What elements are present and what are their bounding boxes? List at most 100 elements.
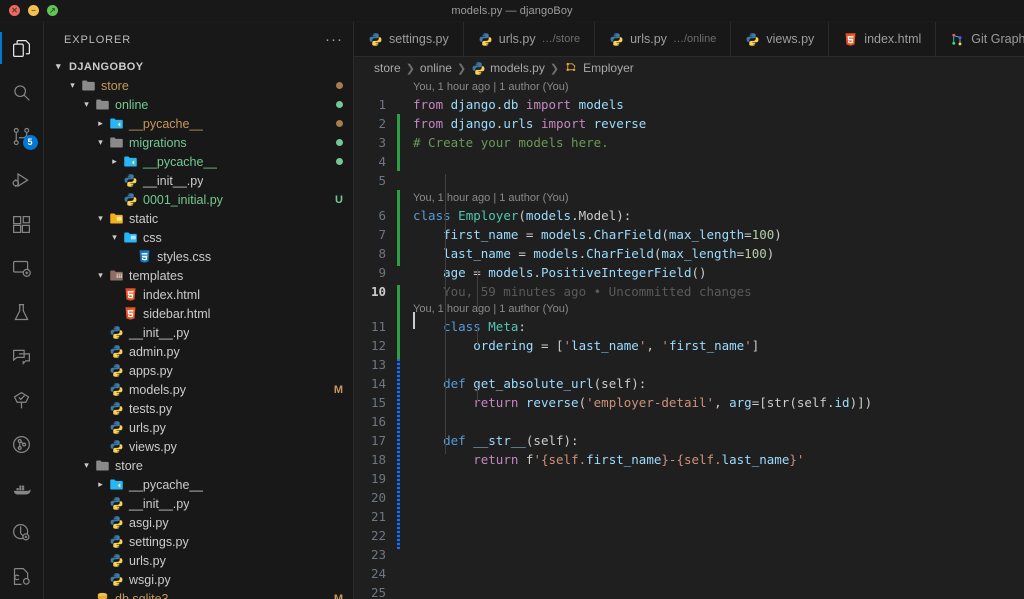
tree-folder-css[interactable]: ▾ css [44,228,353,247]
tree-file-asgi-py[interactable]: asgi.py [44,513,353,532]
code-line[interactable]: ordering = ['last_name', 'first_name'] [413,336,1024,355]
tree-folder-online[interactable]: ▾ online [44,95,353,114]
editor-tab-index-html[interactable]: index.html [829,22,937,56]
code-line[interactable]: from django.urls import reverse [413,114,1024,133]
explorer-more-actions-button[interactable]: ··· [325,32,343,47]
activity-item-git-graph[interactable] [0,423,44,467]
activity-item-explorer[interactable] [0,26,44,70]
tree-folder-templates[interactable]: ▾ templates [44,266,353,285]
code-line-empty[interactable] [413,545,1024,564]
chevron-down-icon[interactable]: ▾ [108,233,121,242]
tree-file--init-py[interactable]: __init__.py [44,494,353,513]
tree-folder--pycache-[interactable]: ▸ __pycache__ [44,475,353,494]
code-line-empty[interactable] [413,355,1024,374]
editor-tab-bar[interactable]: settings.py urls.py …/store urls.py …/online… [354,22,1024,57]
code-line[interactable]: from django.db import models [413,95,1024,114]
code-line[interactable]: def __str__(self): [413,431,1024,450]
code-line[interactable]: return f'{self.first_name}-{self.last_na… [413,450,1024,469]
tree-file-db-sqlite3[interactable]: db.sqlite3 M [44,589,353,599]
breadcrumb[interactable]: store ❯ online ❯ models.py ❯ Employer [354,57,1024,79]
git-decoration-dot [336,120,343,127]
git-change-bar[interactable] [396,79,405,599]
activity-item-todo-tree[interactable] [0,379,44,423]
git-decoration-dot [336,139,343,146]
inline-blame-hint[interactable]: You, 59 minutes ago • Uncommitted change… [413,282,1024,301]
code-line-empty[interactable] [413,488,1024,507]
code-line-empty[interactable] [413,564,1024,583]
editor-tab-settings-py[interactable]: settings.py [354,22,464,56]
activity-item-cpp-config[interactable] [0,555,44,599]
activity-item-extensions[interactable] [0,202,44,246]
code-line[interactable]: class Meta: [413,317,1024,336]
tree-file-models-py[interactable]: models.py M [44,380,353,399]
chevron-down-icon[interactable]: ▾ [80,461,93,470]
chevron-down-icon[interactable]: ▾ [94,214,107,223]
tree-file-urls-py[interactable]: urls.py [44,418,353,437]
tree-folder-store[interactable]: ▾ store [44,76,353,95]
editor-tab-urls-py[interactable]: urls.py …/store [463,22,596,56]
code-line-empty[interactable] [413,171,1024,190]
code-editor[interactable]: 12345 6 7 8 9 10 11 12 13 14 15 16 17 18 19 20 21 22 23 2… [354,79,1024,599]
breadcrumb-item-employer[interactable]: Employer [564,61,634,76]
code-line-empty[interactable] [413,469,1024,488]
code-line-empty[interactable] [413,412,1024,431]
breadcrumb-item-online[interactable]: online [420,61,452,75]
tree-folder--pycache-[interactable]: ▸ __pycache__ [44,152,353,171]
tree-file--init-py[interactable]: __init__.py [44,171,353,190]
tree-file-sidebar-html[interactable]: sidebar.html [44,304,353,323]
chevron-right-icon[interactable]: ▸ [94,119,107,128]
editor-tab-urls-py[interactable]: urls.py …/online [595,22,732,56]
code-line[interactable]: first_name = models.CharField(max_length… [413,225,1024,244]
code-line-empty[interactable] [413,152,1024,171]
tree-file-wsgi-py[interactable]: wsgi.py [44,570,353,589]
code-line[interactable]: return reverse('employer-detail', arg=[s… [413,393,1024,412]
activity-item-source-control[interactable]: 5 [0,114,44,158]
tree-file-urls-py[interactable]: urls.py [44,551,353,570]
minimize-window-button[interactable]: − [28,5,39,16]
tree-file-index-html[interactable]: index.html [44,285,353,304]
tree-file-0001-initial-py[interactable]: 0001_initial.py U [44,190,353,209]
folder-cache-icon [107,116,125,131]
tree-file--init-py[interactable]: __init__.py [44,323,353,342]
tree-folder-migrations[interactable]: ▾ migrations [44,133,353,152]
activity-item-remote-explorer[interactable] [0,246,44,290]
tree-file-tests-py[interactable]: tests.py [44,399,353,418]
tree-folder--pycache-[interactable]: ▸ __pycache__ [44,114,353,133]
tree-file-apps-py[interactable]: apps.py [44,361,353,380]
close-window-button[interactable]: ✕ [9,5,20,16]
chevron-down-icon[interactable]: ▾ [66,81,79,90]
activity-item-database[interactable] [0,511,44,555]
code-line-empty[interactable] [413,507,1024,526]
editor-tab-views-py[interactable]: views.py [731,22,830,56]
tree-folder-store[interactable]: ▾ store [44,456,353,475]
activity-item-run-and-debug[interactable] [0,158,44,202]
editor-tab-git-graph[interactable]: Git Graph [936,22,1024,56]
activity-item-search[interactable] [0,70,44,114]
chevron-right-icon[interactable]: ▸ [94,480,107,489]
tree-file-styles-css[interactable]: styles.css [44,247,353,266]
tree-root-djangoboy[interactable]: ▾ DJANGOBOY [44,57,353,76]
breadcrumb-item-store[interactable]: store [374,61,401,75]
code-line-empty[interactable] [413,526,1024,545]
tree-folder-static[interactable]: ▾ static [44,209,353,228]
code-content[interactable]: You, 1 hour ago | 1 author (You) from dja… [405,79,1024,599]
tree-file-admin-py[interactable]: admin.py [44,342,353,361]
activity-item-docker[interactable] [0,467,44,511]
code-line-empty[interactable] [413,583,1024,599]
chevron-right-icon[interactable]: ▸ [108,157,121,166]
code-line[interactable]: last_name = models.CharField(max_length=… [413,244,1024,263]
chevron-down-icon[interactable]: ▾ [94,271,107,280]
tree-file-views-py[interactable]: views.py [44,437,353,456]
activity-item-testing[interactable] [0,290,44,334]
code-line[interactable]: class Employer(models.Model): [413,206,1024,225]
code-line[interactable]: # Create your models here. [413,133,1024,152]
activity-item-chat[interactable] [0,335,44,379]
chevron-down-icon[interactable]: ▾ [80,100,93,109]
chevron-down-icon[interactable]: ▾ [94,138,107,147]
code-line[interactable]: age = models.PositiveIntegerField() [413,263,1024,282]
breadcrumb-item-models-py[interactable]: models.py [471,61,545,76]
maximize-window-button[interactable]: ↗ [47,5,58,16]
tree-file-settings-py[interactable]: settings.py [44,532,353,551]
code-line[interactable]: def get_absolute_url(self): [413,374,1024,393]
file-tree[interactable]: ▾ DJANGOBOY ▾ store ▾ online ▸ __pycache__ ▾ mi… [44,57,353,599]
